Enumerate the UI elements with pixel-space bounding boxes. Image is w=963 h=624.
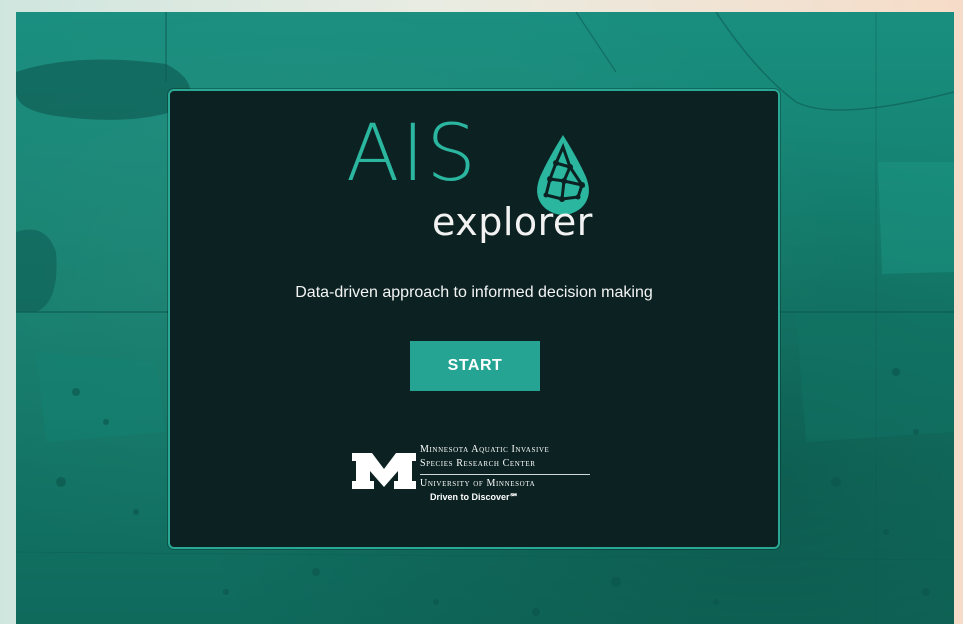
partner-line-3: University of Minnesota	[420, 478, 536, 489]
tagline: Data-driven approach to informed decisio…	[295, 284, 653, 301]
partner-line-1: Minnesota Aquatic Invasive	[420, 444, 550, 455]
partner-slogan: Driven to Discover℠	[430, 492, 519, 502]
university-of-minnesota-m-logo	[352, 453, 416, 489]
partner-text: Minnesota Aquatic Invasive Species Resea…	[420, 443, 590, 504]
partner-line-2: Species Research Center	[420, 458, 536, 469]
start-button[interactable]: START	[410, 341, 540, 391]
partner-logo: Minnesota Aquatic Invasive Species Resea…	[350, 443, 610, 513]
partner-divider	[420, 474, 590, 475]
logo-title: AIS	[346, 109, 478, 199]
welcome-card: AIS explorer Data-driven approach to inf…	[168, 89, 780, 549]
logo-subtitle: explorer	[432, 200, 593, 244]
